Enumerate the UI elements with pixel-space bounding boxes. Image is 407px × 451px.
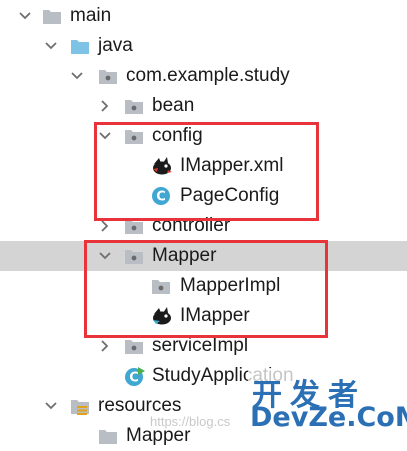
chevron-down-icon[interactable] (98, 129, 112, 143)
chevron-down-icon[interactable] (98, 249, 112, 263)
tree-row-imapper[interactable]: IMapper (0, 301, 407, 331)
tree-row-imapper-xml[interactable]: IMapper.xml (0, 151, 407, 181)
tree-row-page-config[interactable]: C PageConfig (0, 181, 407, 211)
tree-row-package[interactable]: com.example.study (0, 61, 407, 91)
tree-label-bean: bean (152, 95, 195, 116)
watermark-url: https://blog.cs (150, 414, 231, 429)
resources-folder-icon (71, 400, 89, 415)
tree-label-mapper-impl: MapperImpl (180, 275, 281, 296)
tree-label-imapper-xml: IMapper.xml (180, 155, 284, 176)
svg-text:C: C (129, 371, 139, 386)
tree-label-java: java (98, 35, 133, 56)
spring-boot-class-icon: C (125, 367, 145, 386)
watermark-site: DevZe.CoM (250, 402, 407, 433)
tree-row-controller[interactable]: controller (0, 211, 407, 241)
tree-row-mapper[interactable]: Mapper (0, 241, 407, 271)
tree-row-service-impl[interactable]: serviceImpl (0, 331, 407, 361)
class-icon: C (152, 187, 170, 205)
package-icon (125, 250, 143, 264)
tree-row-config[interactable]: config (0, 121, 407, 151)
package-icon (125, 130, 143, 144)
chevron-down-icon[interactable] (18, 9, 32, 23)
tree-label-service-impl: serviceImpl (152, 335, 249, 356)
tree-label-config: config (152, 125, 203, 146)
tree-label-controller: controller (152, 215, 231, 236)
chevron-right-icon[interactable] (98, 339, 112, 353)
package-icon (125, 220, 143, 234)
mybatis-bird-icon (153, 157, 172, 175)
package-icon (125, 100, 143, 114)
mybatis-bird-icon (153, 307, 171, 325)
tree-label-package: com.example.study (126, 65, 290, 86)
tree-label-imapper: IMapper (180, 305, 250, 326)
folder-icon (99, 430, 117, 444)
tree-label-mapper: Mapper (152, 245, 217, 266)
chevron-down-icon[interactable] (44, 399, 58, 413)
package-icon (125, 340, 143, 354)
tree-row-bean[interactable]: bean (0, 91, 407, 121)
svg-text:C: C (156, 190, 166, 205)
folder-icon (43, 10, 61, 24)
watermark: 开发者 DevZe.CoM (248, 368, 407, 436)
tree-row-mapper-impl[interactable]: MapperImpl (0, 271, 407, 301)
source-folder-icon (71, 40, 89, 54)
chevron-right-icon[interactable] (98, 219, 112, 233)
tree-row-main[interactable]: main (0, 1, 407, 31)
package-icon (99, 70, 117, 84)
tree-label-main: main (70, 5, 112, 26)
chevron-down-icon[interactable] (70, 69, 84, 83)
tree-row-java[interactable]: java (0, 31, 407, 61)
package-icon (152, 280, 170, 294)
chevron-right-icon[interactable] (98, 99, 112, 113)
project-tree: main java com.example.study bean config (0, 0, 407, 446)
tree-label-page-config: PageConfig (180, 185, 280, 206)
chevron-down-icon[interactable] (44, 39, 58, 53)
